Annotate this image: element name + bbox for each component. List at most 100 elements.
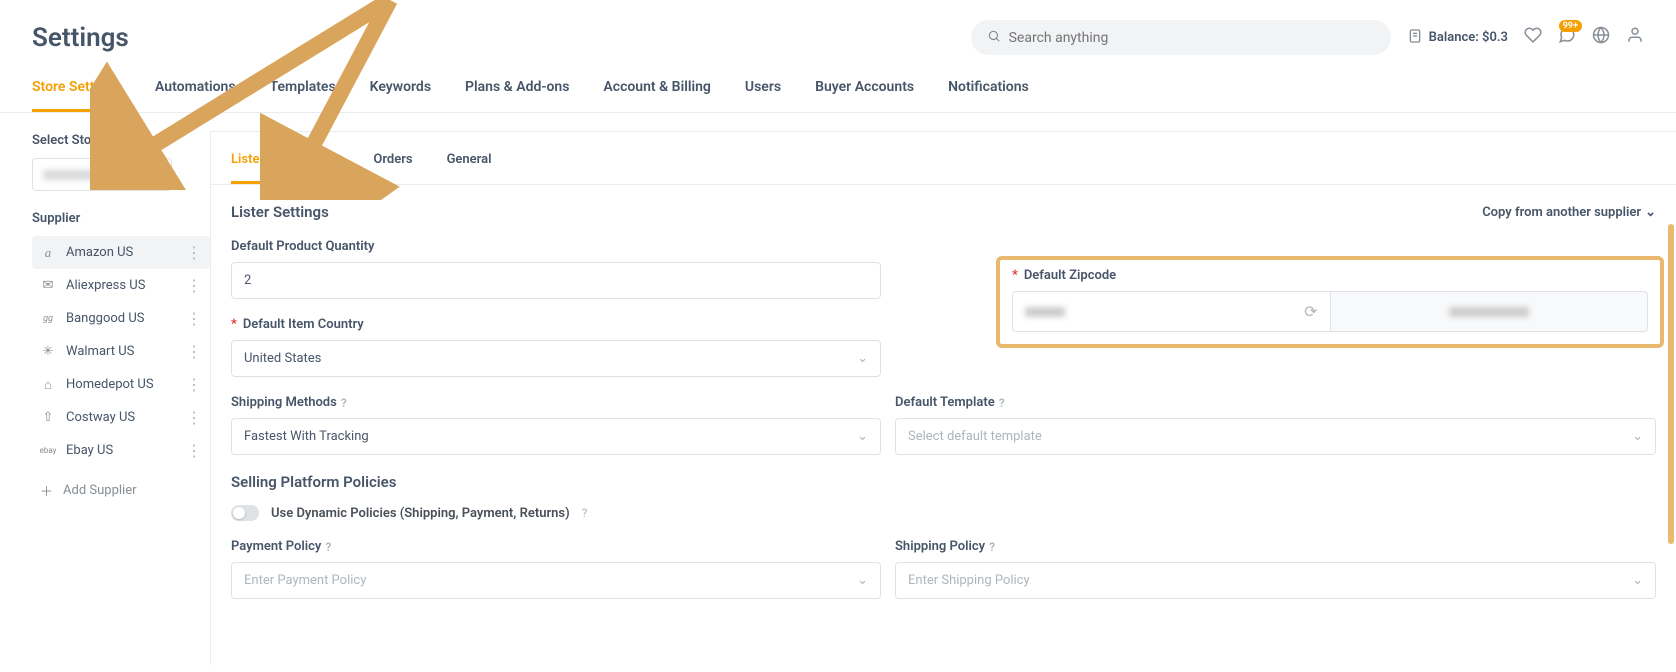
content: Lister Pricing Orders General Lister Set… (210, 131, 1676, 665)
supplier-label: Aliexpress US (66, 278, 176, 293)
more-icon[interactable]: ⋮ (186, 441, 202, 460)
supplier-ebay[interactable]: ebay Ebay US ⋮ (32, 434, 210, 467)
heart-icon[interactable] (1524, 26, 1542, 49)
supplier-homedepot[interactable]: ⌂ Homedepot US ⋮ (32, 368, 210, 401)
dynamic-policies-toggle[interactable] (231, 505, 259, 521)
zip-value-blurred (1025, 307, 1065, 317)
shipping-methods-select[interactable]: Fastest With Tracking ⌄ (231, 418, 881, 455)
more-icon[interactable]: ⋮ (186, 342, 202, 361)
balance-text: Balance: $0.3 (1429, 30, 1508, 45)
supplier-list: a Amazon US ⋮ ✉ Aliexpress US ⋮ gg Bangg… (32, 236, 210, 467)
help-icon[interactable]: ? (341, 396, 347, 410)
supplier-amazon[interactable]: a Amazon US ⋮ (32, 236, 210, 269)
shipping-methods-label: Shipping Methods ? (231, 395, 881, 410)
costway-icon: ⇧ (40, 410, 56, 425)
refresh-icon[interactable]: ⟳ (1304, 302, 1317, 321)
zip-input[interactable]: ⟳ (1012, 291, 1330, 332)
balance-icon (1407, 27, 1423, 49)
aliexpress-icon: ✉ (40, 278, 56, 293)
dynamic-policies-label: Use Dynamic Policies (Shipping, Payment,… (271, 506, 570, 521)
notif-badge: 99+ (1559, 20, 1582, 32)
balance[interactable]: Balance: $0.3 (1407, 27, 1508, 49)
plus-icon: ＋ (40, 481, 53, 500)
tab-keywords[interactable]: Keywords (370, 79, 431, 112)
more-icon[interactable]: ⋮ (186, 243, 202, 262)
payment-policy-select[interactable]: Enter Payment Policy ⌄ (231, 562, 881, 599)
supplier-label: Walmart US (66, 344, 176, 359)
help-icon[interactable]: ? (325, 540, 331, 554)
supplier-label: Costway US (66, 410, 176, 425)
subtab-orders[interactable]: Orders (373, 152, 412, 184)
supplier-banggood[interactable]: gg Banggood US ⋮ (32, 302, 210, 335)
store-value-blurred (43, 170, 103, 180)
supplier-label: Ebay US (66, 443, 176, 458)
default-qty-label: Default Product Quantity (231, 239, 1656, 254)
highlight-zipcode: *Default Zipcode ⟳ (996, 256, 1664, 348)
walmart-icon: ✳ (40, 344, 56, 359)
ebay-icon: ebay (40, 446, 56, 455)
supplier-label: Banggood US (66, 311, 176, 326)
scrollbar-indicator (1668, 224, 1674, 544)
tab-notifications[interactable]: Notifications (948, 79, 1029, 112)
sidebar: Select Store ⌄ Supplier a Amazon US ⋮ ✉ … (0, 113, 210, 665)
shipping-policy-placeholder: Enter Shipping Policy (908, 573, 1030, 588)
store-select[interactable]: ⌄ (32, 158, 172, 191)
subtab-lister[interactable]: Lister (231, 152, 264, 184)
section-title: Lister Settings (231, 203, 329, 221)
supplier-costway[interactable]: ⇧ Costway US ⋮ (32, 401, 210, 434)
chevron-down-icon: ⌄ (150, 167, 161, 182)
supplier-aliexpress[interactable]: ✉ Aliexpress US ⋮ (32, 269, 210, 302)
payment-policy-label: Payment Policy ? (231, 539, 881, 554)
help-icon[interactable]: ? (989, 540, 995, 554)
default-template-placeholder: Select default template (908, 429, 1042, 444)
subtab-pricing[interactable]: Pricing (298, 152, 339, 184)
tab-automations[interactable]: Automations (155, 79, 236, 112)
search-input[interactable] (1009, 30, 1375, 46)
chevron-down-icon: ⌄ (1632, 573, 1643, 588)
subtab-general[interactable]: General (447, 152, 492, 184)
supplier-walmart[interactable]: ✳ Walmart US ⋮ (32, 335, 210, 368)
tab-templates[interactable]: Templates (270, 79, 336, 112)
globe-icon[interactable] (1592, 26, 1610, 49)
tab-buyer[interactable]: Buyer Accounts (815, 79, 914, 112)
supplier-label: Amazon US (66, 245, 176, 260)
search-icon (987, 28, 1001, 47)
chevron-down-icon: ⌄ (857, 573, 868, 588)
chevron-down-icon: ⌄ (857, 351, 868, 366)
tab-users[interactable]: Users (745, 79, 781, 112)
header-right: Balance: $0.3 99+ (971, 20, 1644, 55)
chevron-down-icon: ⌄ (857, 429, 868, 444)
shipping-policy-select[interactable]: Enter Shipping Policy ⌄ (895, 562, 1656, 599)
help-icon[interactable]: ? (999, 396, 1005, 410)
supplier-label: Supplier (32, 211, 210, 226)
tab-store-settings[interactable]: Store Settings (32, 79, 121, 112)
user-icon[interactable] (1626, 26, 1644, 49)
shipping-methods-value: Fastest With Tracking (244, 429, 369, 444)
banggood-icon: gg (40, 314, 56, 324)
more-icon[interactable]: ⋮ (186, 276, 202, 295)
default-template-select[interactable]: Select default template ⌄ (895, 418, 1656, 455)
zip-button[interactable] (1330, 291, 1649, 332)
chevron-down-icon: ⌄ (1645, 205, 1656, 220)
tab-account[interactable]: Account & Billing (603, 79, 710, 112)
add-supplier-label: Add Supplier (63, 483, 136, 498)
copy-from-supplier[interactable]: Copy from another supplier ⌄ (1482, 205, 1656, 220)
default-zip-label: *Default Zipcode (1012, 268, 1648, 283)
tab-plans[interactable]: Plans & Add-ons (465, 79, 569, 112)
default-country-label: *Default Item Country (231, 317, 881, 332)
default-qty-input[interactable] (231, 262, 881, 299)
default-country-value: United States (244, 351, 321, 366)
more-icon[interactable]: ⋮ (186, 309, 202, 328)
default-country-select[interactable]: United States ⌄ (231, 340, 881, 377)
search-box[interactable] (971, 20, 1391, 55)
sub-tabs: Lister Pricing Orders General (211, 132, 1676, 185)
zip-button-blurred (1449, 307, 1529, 317)
more-icon[interactable]: ⋮ (186, 408, 202, 427)
chat-icon[interactable]: 99+ (1558, 26, 1576, 49)
more-icon[interactable]: ⋮ (186, 375, 202, 394)
supplier-label: Homedepot US (66, 377, 176, 392)
platform-policies-title: Selling Platform Policies (231, 473, 1656, 491)
help-icon[interactable]: ? (582, 506, 588, 520)
add-supplier-button[interactable]: ＋ Add Supplier (32, 467, 210, 514)
main-tabs: Store Settings Automations Templates Key… (0, 55, 1676, 113)
